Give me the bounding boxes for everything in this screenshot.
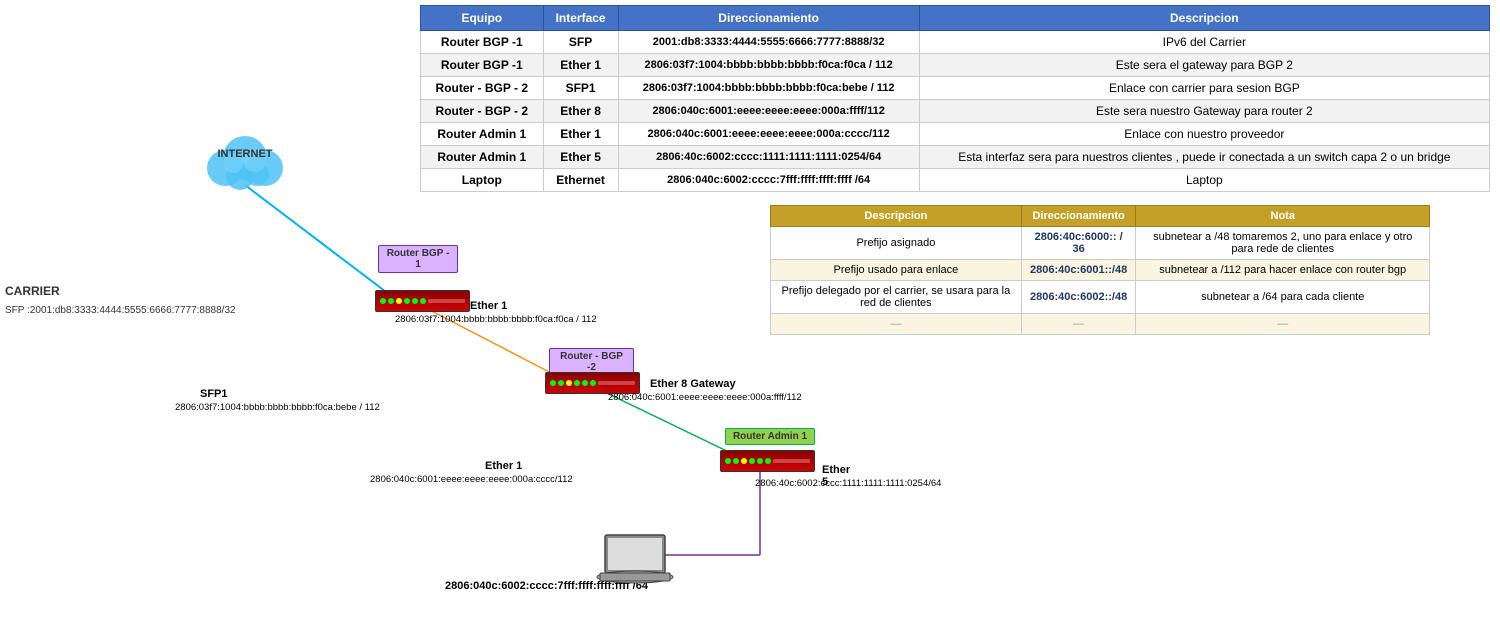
lower-table-cell-0-2: subnetear a /48 tomaremos 2, uno para en… [1136, 227, 1430, 260]
laptop-svg [595, 530, 685, 595]
router-bgp1-device [375, 290, 470, 312]
lower-table-cell-0-0: Prefijo asignado [771, 227, 1022, 260]
lower-table-row: ——— [771, 314, 1430, 335]
carrier-text-line1: CARRIER [5, 284, 60, 298]
sfp1-label: SFP1 [200, 388, 228, 400]
lower-table: Descripcion Direccionamiento Nota Prefij… [770, 205, 1430, 335]
carrier-label: CARRIER SFP :2001:db8:3333:4444:5555:666… [5, 282, 236, 318]
lower-col-header-dir: Direccionamiento [1021, 206, 1136, 227]
internet-label: INTERNET [218, 148, 273, 160]
lower-table-row: Prefijo asignado2806:40c:6000:: / 36subn… [771, 227, 1430, 260]
ether5-addr: 2806:40c:6002:cccc:1111:1111:1111:0254/6… [755, 478, 941, 489]
ether1-bgp1-addr: 2806:03f7:1004:bbbb:bbbb:bbbb:f0ca:f0ca … [395, 314, 597, 325]
network-diagram: INTERNET CARRIER SFP :2001:db8:3333:4444… [0, 0, 770, 622]
table-cell-5-3: Esta interfaz sera para nuestros cliente… [919, 146, 1489, 169]
router-bgp2-device [545, 372, 640, 394]
ether8-gateway-label: Ether 8 Gateway [650, 378, 736, 390]
ether1-bgp1-label: Ether 1 [470, 300, 507, 312]
lower-col-header-nota: Nota [1136, 206, 1430, 227]
internet-cloud: INTERNET [185, 120, 305, 200]
table-cell-6-3: Laptop [919, 169, 1489, 192]
lower-table-cell-3-0: — [771, 314, 1022, 335]
table-cell-4-3: Enlace con nuestro proveedor [919, 123, 1489, 146]
cloud-svg [195, 128, 295, 193]
table-cell-3-3: Este sera nuestro Gateway para router 2 [919, 100, 1489, 123]
table-cell-0-3: IPv6 del Carrier [919, 31, 1489, 54]
lower-table-row: Prefijo usado para enlace2806:40c:6001::… [771, 260, 1430, 281]
router-bgp1-label: Router BGP - 1 [378, 245, 458, 273]
lower-table-cell-1-2: subnetear a /112 para hacer enlace con r… [1136, 260, 1430, 281]
router-admin1-device [720, 450, 815, 472]
lower-table-cell-1-0: Prefijo usado para enlace [771, 260, 1022, 281]
lower-table-cell-0-1: 2806:40c:6000:: / 36 [1021, 227, 1136, 260]
ether8-gateway-addr: 2806:040c:6001:eeee:eeee:eeee:000a:ffff/… [608, 392, 802, 403]
lower-table-section: Descripcion Direccionamiento Nota Prefij… [770, 205, 1430, 335]
lower-table-cell-2-1: 2806:40c:6002::/48 [1021, 281, 1136, 314]
lower-table-cell-3-2: — [1136, 314, 1430, 335]
col-header-descripcion: Descripcion [919, 6, 1489, 31]
laptop-icon [595, 530, 685, 600]
lower-table-cell-2-2: subnetear a /64 para cada cliente [1136, 281, 1430, 314]
lower-table-cell-1-1: 2806:40c:6001::/48 [1021, 260, 1136, 281]
router-admin1-label: Router Admin 1 [725, 428, 815, 445]
sfp1-addr: 2806:03f7:1004:bbbb:bbbb:bbbb:f0ca:bebe … [175, 402, 380, 413]
lower-table-row: Prefijo delegado por el carrier, se usar… [771, 281, 1430, 314]
lower-col-header-desc: Descripcion [771, 206, 1022, 227]
lower-table-cell-2-0: Prefijo delegado por el carrier, se usar… [771, 281, 1022, 314]
table-cell-1-3: Este sera el gateway para BGP 2 [919, 54, 1489, 77]
table-cell-2-3: Enlace con carrier para sesion BGP [919, 77, 1489, 100]
ether1-admin1-addr: 2806:040c:6001:eeee:eeee:eeee:000a:cccc/… [370, 474, 573, 485]
lower-table-cell-3-1: — [1021, 314, 1136, 335]
ether1-admin1-label: Ether 1 [485, 460, 522, 472]
carrier-sfp-text: SFP :2001:db8:3333:4444:5555:6666:7777:8… [5, 305, 236, 316]
